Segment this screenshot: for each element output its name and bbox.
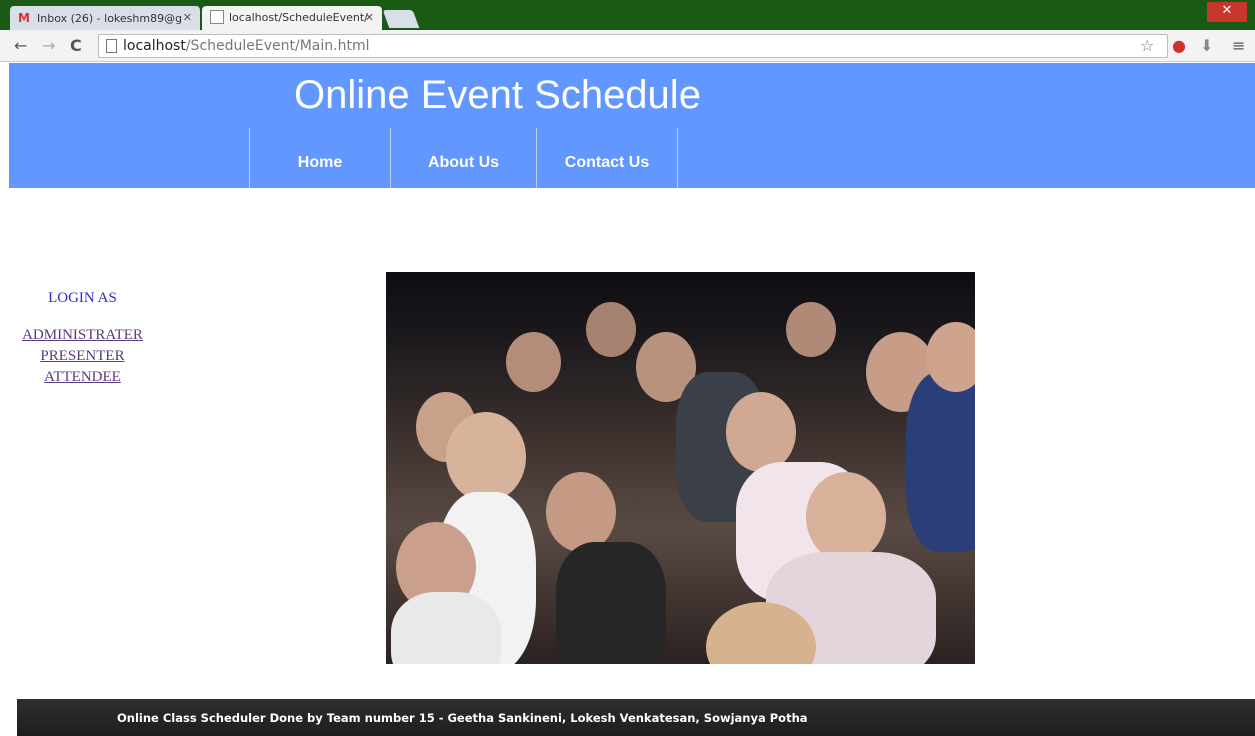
login-panel: LOGIN AS ADMINISTRATER PRESENTER ATTENDE… [10,290,155,388]
login-presenter-link[interactable]: PRESENTER [10,346,155,367]
audience-photo [386,272,975,664]
opera-icon[interactable]: ● [1172,36,1186,56]
window-close-button[interactable]: ✕ [1207,2,1247,22]
login-heading: LOGIN AS [48,290,117,306]
reload-icon[interactable]: C [70,36,82,56]
nav-home[interactable]: Home [249,128,390,188]
footer: Online Class Scheduler Done by Team numb… [17,699,1255,736]
close-icon[interactable]: ✕ [365,6,374,30]
nav-about-us[interactable]: About Us [390,128,536,188]
address-bar[interactable]: localhost/ScheduleEvent/Main.html [98,34,1168,58]
document-icon [106,39,117,53]
menu-icon[interactable]: ≡ [1232,36,1245,56]
login-attendee-link[interactable]: ATTENDEE [10,367,155,388]
browser-titlebar: M Inbox (26) - lokeshm89@g ✕ localhost/Sc… [0,0,1255,30]
close-icon[interactable]: ✕ [183,6,192,30]
forward-arrow-icon[interactable]: → [42,36,55,56]
tab-localhost-label: localhost/ScheduleEvent/ [229,11,368,24]
url-path: /ScheduleEvent/Main.html [185,38,370,54]
page-icon [210,10,224,24]
new-tab-button[interactable] [382,10,420,28]
footer-credits: Online Class Scheduler Done by Team numb… [117,711,808,725]
back-arrow-icon[interactable]: ← [14,36,27,56]
browser-toolbar: ← → C localhost/ScheduleEvent/Main.html … [0,30,1255,62]
site-header: Online Event Schedule Home About Us Cont… [9,63,1255,188]
download-icon[interactable]: ⬇ [1200,36,1213,56]
url-host: localhost [123,38,186,54]
main-nav: Home About Us Contact Us [249,128,678,188]
star-icon[interactable]: ☆ [1140,36,1154,56]
tab-inbox-label: Inbox (26) - lokeshm89@g [37,12,183,25]
tab-inbox[interactable]: M Inbox (26) - lokeshm89@g ✕ [10,6,200,30]
gmail-icon: M [18,11,30,25]
tab-localhost[interactable]: localhost/ScheduleEvent/ ✕ [202,6,382,30]
page-title: Online Event Schedule [294,73,701,117]
login-administrater-link[interactable]: ADMINISTRATER [10,325,155,346]
nav-contact-us[interactable]: Contact Us [536,128,678,188]
